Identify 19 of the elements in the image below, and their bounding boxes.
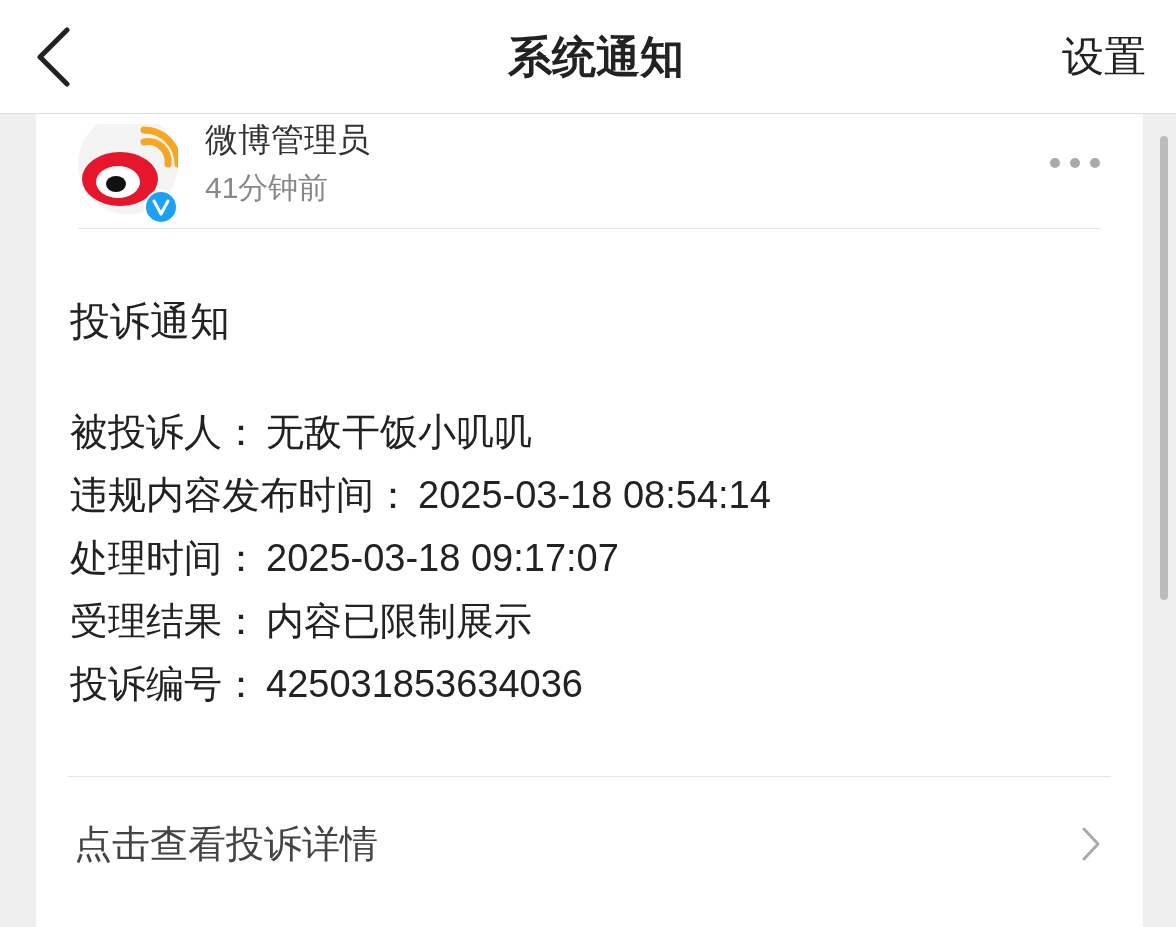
field-label: 受理结果： xyxy=(70,599,260,644)
sender-name: 微博管理员 xyxy=(205,120,370,160)
field-value: 2025-03-18 08:54:14 xyxy=(418,473,771,518)
field-label: 违规内容发布时间： xyxy=(70,473,412,518)
complaint-details-link[interactable]: 点击查看投诉详情 xyxy=(36,777,1143,911)
field-value: 2025-03-18 09:17:07 xyxy=(266,536,619,581)
notice-title: 投诉通知 xyxy=(70,298,231,345)
avatar-icon xyxy=(78,124,178,214)
back-icon[interactable] xyxy=(36,26,70,87)
field-value: 无敌干饭小叽叽 xyxy=(266,410,532,455)
settings-button[interactable]: 设置 xyxy=(1062,25,1146,88)
chevron-right-icon xyxy=(1081,826,1101,862)
field-value: 内容已限制展示 xyxy=(266,599,532,644)
page-title: 系统通知 xyxy=(508,30,684,83)
field-label: 被投诉人： xyxy=(70,410,260,455)
post-time: 41分钟前 xyxy=(205,170,330,206)
field-label: 处理时间： xyxy=(70,536,260,581)
field-value: 425031853634036 xyxy=(266,662,583,707)
field-label: 投诉编号： xyxy=(70,662,260,707)
